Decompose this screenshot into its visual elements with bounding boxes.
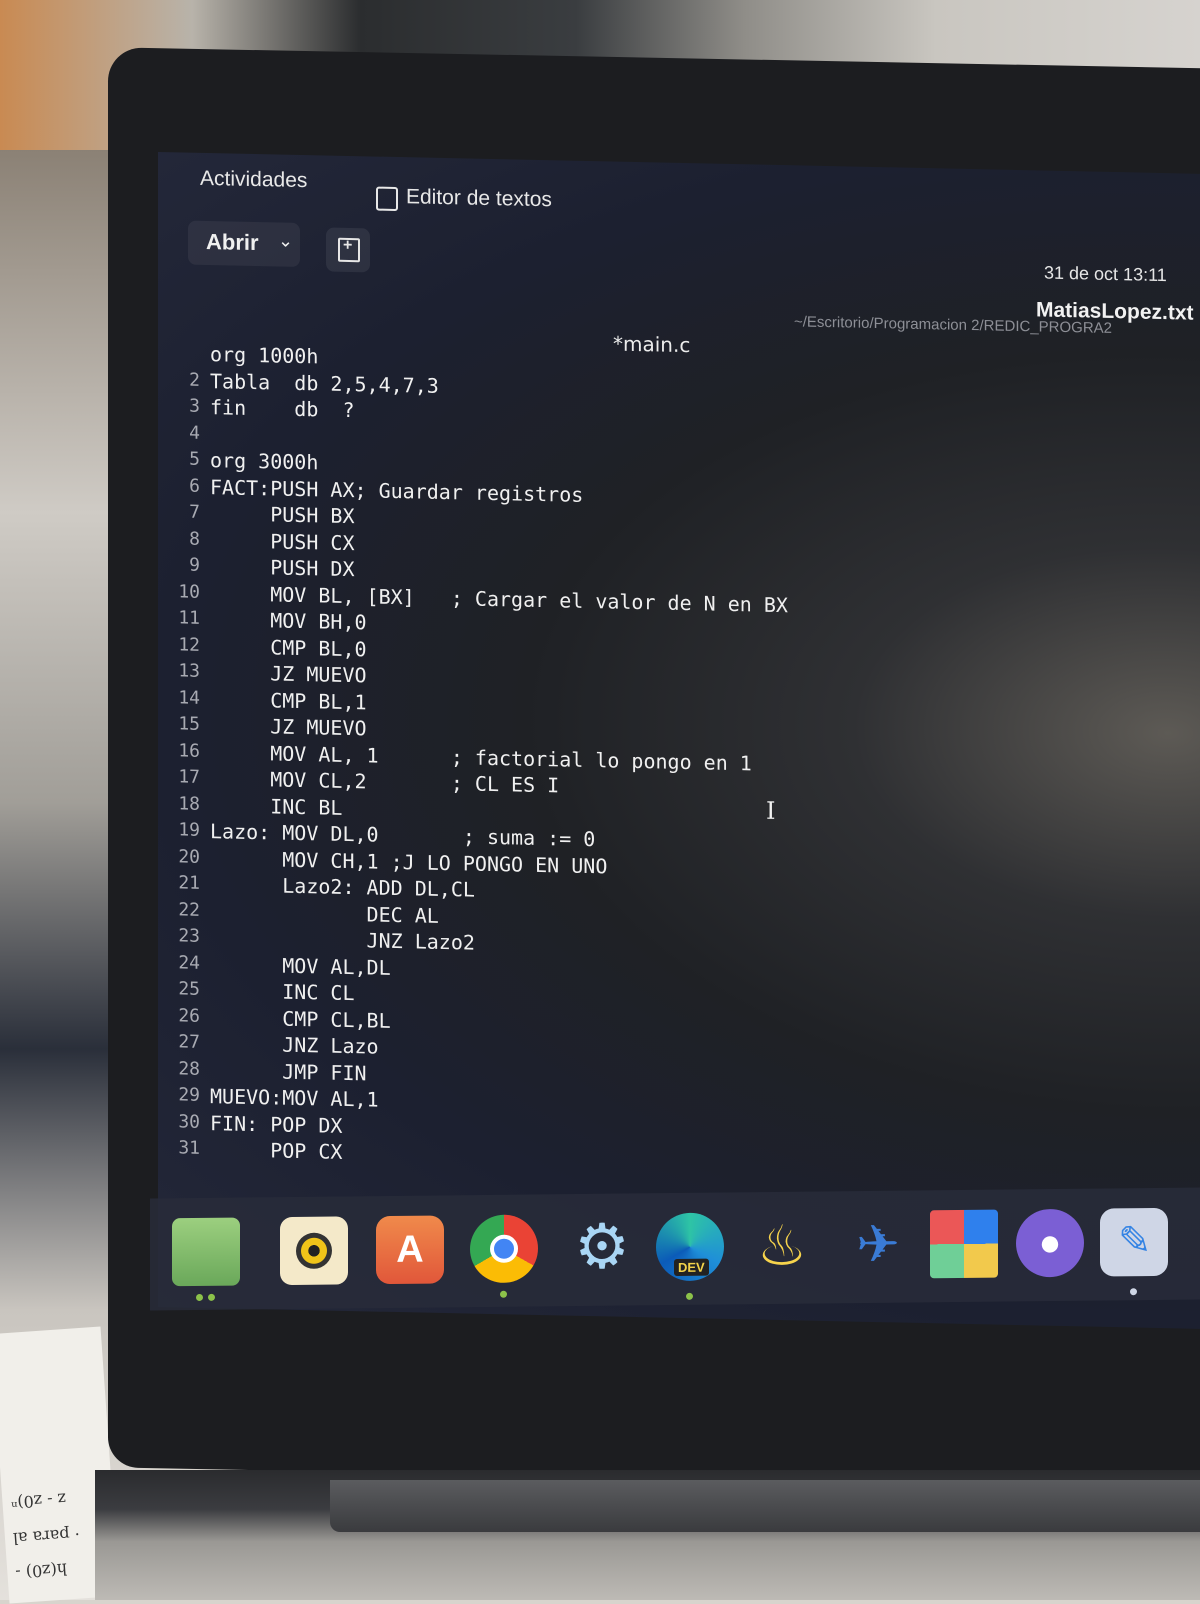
new-document-button[interactable] bbox=[326, 227, 370, 273]
tiles-icon[interactable] bbox=[930, 1209, 998, 1279]
code-text: JNZ Lazo bbox=[210, 1031, 379, 1059]
app-store-icon[interactable]: A bbox=[376, 1215, 444, 1285]
line-number bbox=[176, 340, 200, 341]
line-number: 2 bbox=[189, 369, 200, 391]
running-indicator bbox=[1130, 1288, 1137, 1296]
line-number: 13 bbox=[178, 660, 200, 682]
code-text: org 3000h bbox=[210, 448, 319, 475]
line-number: 5 bbox=[189, 448, 200, 470]
code-editor[interactable]: org 1000h 2 Tabla db 2,5,4,7,3 3 fin db ? 4 5 o… bbox=[176, 340, 1196, 1183]
line-number: 14 bbox=[178, 686, 200, 709]
line-number: 29 bbox=[178, 1084, 200, 1106]
clock[interactable]: 31 de oct 13:11 bbox=[1044, 263, 1167, 287]
code-text: CMP BL,0 bbox=[210, 633, 367, 661]
chrome-icon[interactable] bbox=[470, 1214, 538, 1298]
code-text: org 1000h bbox=[210, 342, 319, 369]
line-number: 17 bbox=[178, 766, 200, 788]
new-document-icon bbox=[338, 237, 360, 263]
bird-icon[interactable]: ✈ bbox=[844, 1211, 912, 1280]
running-indicator bbox=[196, 1293, 203, 1302]
code-text: MOV BH,0 bbox=[210, 607, 367, 635]
line-number: 6 bbox=[189, 475, 200, 497]
line-number: 3 bbox=[189, 395, 200, 417]
code-text: INC BL bbox=[210, 792, 343, 820]
line-number: 30 bbox=[178, 1110, 200, 1133]
code-text: PUSH BX bbox=[210, 501, 355, 529]
line-number: 22 bbox=[178, 898, 200, 921]
app-name-label: Editor de textos bbox=[406, 185, 552, 212]
open-label: Abrir bbox=[206, 229, 259, 256]
code-text: CMP CL,BL bbox=[210, 1004, 391, 1033]
line-number: 19 bbox=[178, 819, 200, 841]
lamp-icon[interactable]: ♨ bbox=[748, 1212, 816, 1281]
line-number: 31 bbox=[178, 1137, 200, 1159]
tweaks-icon[interactable]: ⚙ bbox=[568, 1212, 636, 1282]
running-indicator bbox=[686, 1292, 693, 1300]
line-number: 4 bbox=[189, 422, 200, 444]
app-menu[interactable]: Editor de textos bbox=[376, 185, 552, 213]
paper-line: z - z0)ⁿ bbox=[9, 1489, 67, 1513]
text-editor-icon bbox=[376, 186, 398, 212]
code-text: MUEVO:MOV AL,1 bbox=[210, 1084, 379, 1112]
laptop-hinge bbox=[330, 1480, 1200, 1532]
code-text: fin db ? bbox=[210, 395, 355, 423]
line-number: 28 bbox=[178, 1057, 200, 1080]
chevron-down-icon: ⌄ bbox=[278, 230, 294, 251]
line-number: 25 bbox=[178, 978, 200, 1000]
files-icon[interactable] bbox=[172, 1217, 240, 1302]
code-text: JZ MUEVO bbox=[210, 660, 367, 688]
line-number: 18 bbox=[178, 792, 200, 815]
line-number: 7 bbox=[189, 501, 200, 523]
github-icon[interactable]: ● bbox=[1016, 1208, 1084, 1278]
line-number: 12 bbox=[178, 633, 200, 656]
paper-line: · para al bbox=[12, 1524, 81, 1549]
running-indicator bbox=[500, 1290, 507, 1298]
line-number: 9 bbox=[189, 554, 200, 576]
activities-button[interactable]: Actividades bbox=[200, 167, 307, 193]
open-button[interactable]: Abrir ⌄ bbox=[188, 220, 300, 267]
code-text: JZ MUEVO bbox=[210, 713, 367, 741]
line-number: 20 bbox=[178, 845, 200, 868]
line-number: 15 bbox=[178, 713, 200, 735]
line-number: 11 bbox=[178, 607, 200, 629]
line-number: 21 bbox=[178, 872, 200, 894]
dev-badge: DEV bbox=[674, 1258, 709, 1277]
paper-line: h(z0) - bbox=[14, 1559, 68, 1583]
line-number: 26 bbox=[178, 1004, 200, 1027]
code-text: CMP BL,1 bbox=[210, 686, 367, 714]
laptop-screen: Actividades Editor de textos Abrir ⌄ 31 … bbox=[158, 152, 1200, 1329]
line-number: 8 bbox=[189, 528, 200, 550]
edge-dev-icon[interactable]: DEV bbox=[656, 1212, 724, 1300]
dock: A ⚙ DEV ♨ ✈ ● bbox=[150, 1187, 1200, 1311]
code-text: MOV AL,DL bbox=[210, 951, 391, 980]
rhythmbox-icon[interactable] bbox=[280, 1216, 348, 1286]
line-number: 23 bbox=[178, 925, 200, 947]
line-number: 27 bbox=[178, 1031, 200, 1053]
line-number: 10 bbox=[178, 580, 200, 603]
code-text: JMP FIN bbox=[210, 1057, 367, 1085]
code-text: POP CX bbox=[210, 1137, 343, 1164]
running-indicator bbox=[208, 1293, 215, 1301]
text-editor-icon[interactable] bbox=[1100, 1207, 1168, 1296]
code-text: PUSH CX bbox=[210, 527, 355, 555]
code-text: FIN: POP DX bbox=[210, 1110, 343, 1138]
text-cursor-icon: I bbox=[766, 796, 776, 825]
code-text: PUSH DX bbox=[210, 554, 355, 582]
line-number: 16 bbox=[178, 739, 200, 762]
code-text: INC CL bbox=[210, 978, 355, 1006]
line-number: 24 bbox=[178, 951, 200, 974]
